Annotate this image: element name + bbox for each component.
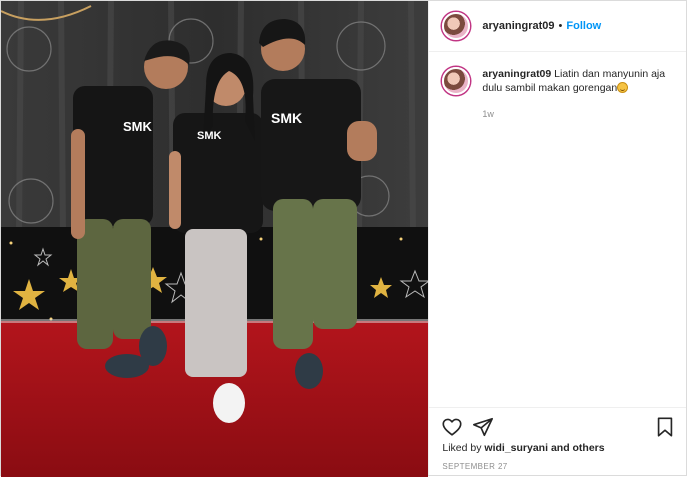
- post-header: aryaningrat09 • Follow: [429, 1, 686, 52]
- follow-button[interactable]: Follow: [566, 20, 601, 32]
- post-sidebar: aryaningrat09 • Follow aryaningrat09 Lia…: [428, 1, 686, 475]
- svg-text:SMK: SMK: [271, 110, 302, 126]
- author-username[interactable]: aryaningrat09: [482, 20, 554, 32]
- likes-others[interactable]: and others: [551, 442, 605, 454]
- caption-username[interactable]: aryaningrat09: [482, 68, 551, 80]
- svg-text:SMK: SMK: [197, 130, 222, 142]
- likes-prefix: Liked by: [442, 442, 482, 454]
- post-photo[interactable]: SMK SMK SMK: [1, 1, 429, 477]
- post-date[interactable]: SEPTEMBER 27: [442, 462, 507, 471]
- send-icon[interactable]: [472, 416, 494, 438]
- caption: aryaningrat09 Liatin dan manyunin aja du…: [429, 67, 686, 121]
- author-avatar[interactable]: [442, 12, 471, 40]
- caption-avatar[interactable]: [442, 67, 471, 95]
- bookmark-icon[interactable]: [654, 416, 676, 438]
- header-separator: •: [558, 20, 563, 32]
- svg-text:SMK: SMK: [123, 119, 153, 134]
- instagram-post: SMK SMK SMK aryaningrat09 • Follow aryan…: [0, 0, 687, 477]
- caption-body: aryaningrat09 Liatin dan manyunin aja du…: [482, 67, 668, 121]
- caption-age[interactable]: 1w: [482, 107, 668, 121]
- heart-icon[interactable]: [441, 416, 463, 438]
- action-bar: [429, 407, 686, 444]
- likes-user[interactable]: widi_suryani: [484, 442, 548, 454]
- grimacing-face-emoji-icon: [617, 82, 629, 93]
- likes-summary: Liked by widi_suryani and others: [442, 442, 604, 454]
- post-image: SMK SMK SMK: [1, 1, 429, 477]
